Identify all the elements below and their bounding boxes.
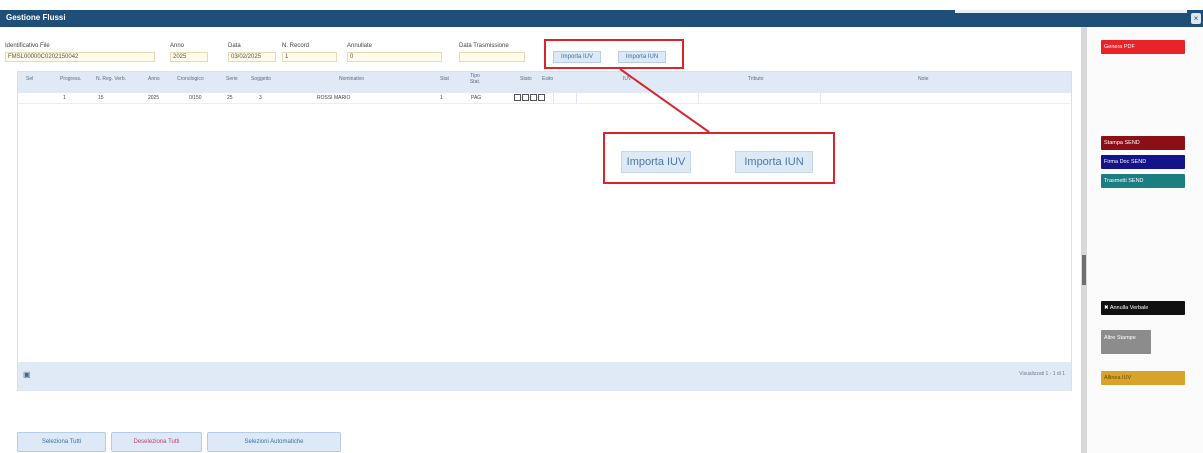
status-checkbox[interactable] — [530, 94, 537, 101]
anno-label: Anno — [170, 43, 185, 49]
column-separator — [698, 93, 699, 104]
data-field[interactable]: 03/02/2025 — [228, 52, 276, 62]
status-checkbox[interactable] — [538, 94, 545, 101]
col-header[interactable]: Stat — [440, 76, 449, 82]
altre-stampe-button[interactable]: Altre Stampe — [1101, 330, 1151, 354]
column-separator — [576, 93, 577, 104]
nrecord-label: N. Record — [282, 43, 310, 49]
status-checkbox[interactable] — [522, 94, 529, 101]
col-header[interactable]: Serie — [226, 76, 238, 82]
annullate-label: Annullate — [347, 43, 373, 49]
deselect-all-button[interactable]: Deseleziona Tutti — [111, 432, 202, 452]
stampa-send-button[interactable]: Stampa SEND — [1101, 136, 1185, 150]
col-header[interactable]: Nominativo — [339, 76, 364, 82]
actions-panel: Genera PDF Stampa SEND Firma Doc SEND Tr… — [1087, 27, 1203, 453]
col-header[interactable]: Tributo — [748, 76, 763, 82]
col-header[interactable]: Note — [918, 76, 929, 82]
cell-soggetto: 3 — [259, 95, 262, 101]
records-grid: Sel Progress. N. Reg. Verb. Anno Cronolo… — [17, 71, 1072, 391]
grid-header: Sel Progress. N. Reg. Verb. Anno Cronolo… — [18, 72, 1071, 93]
cell-anno: 2025 — [148, 95, 160, 101]
zoom-callout: Importa IUV Importa IUN — [603, 132, 835, 184]
cell-n-reg-verb: 15 — [98, 95, 104, 101]
status-checkbox[interactable] — [514, 94, 521, 101]
window-title: Gestione Flussi — [6, 13, 66, 22]
data-label: Data — [228, 43, 241, 49]
column-separator — [553, 93, 554, 104]
data-trasmissione-field[interactable] — [459, 52, 525, 62]
grid-pager: ▣ Visualizzati 1 - 1 di 1 — [18, 362, 1071, 391]
col-header[interactable]: Tipo Stat. — [466, 73, 484, 85]
col-header[interactable]: Anno — [148, 76, 160, 82]
title-bar: Gestione Flussi × — [0, 10, 1203, 27]
cell-stat: 1 — [440, 95, 443, 101]
col-header[interactable]: IUV — [623, 76, 631, 82]
cell-progressivo: 1 — [63, 95, 66, 101]
trasmetti-send-button[interactable]: Trasmetti SEND — [1101, 174, 1185, 188]
cell-serie: 25 — [227, 95, 233, 101]
zoom-importa-iuv: Importa IUV — [621, 151, 691, 173]
col-header[interactable]: Progress. — [60, 76, 81, 82]
title-bar-strip — [955, 10, 1187, 13]
table-row[interactable]: 1 15 2025 0/150 25 3 ROSSI MARIO 1 PAG — [18, 93, 1071, 104]
page-icon[interactable]: ▣ — [23, 371, 31, 379]
highlight-box — [544, 39, 684, 69]
col-header[interactable]: Soggetto — [251, 76, 271, 82]
col-header[interactable]: N. Reg. Verb. — [96, 76, 126, 82]
nrecord-field[interactable]: 1 — [282, 52, 337, 62]
col-header[interactable]: Esito — [542, 76, 553, 82]
genera-pdf-button[interactable]: Genera PDF — [1101, 40, 1185, 54]
col-header[interactable]: Stato — [520, 76, 532, 82]
firma-doc-send-button[interactable]: Firma Doc SEND — [1101, 155, 1185, 169]
annulla-verbale-button[interactable]: ✖ Annulla Verbale — [1101, 301, 1185, 315]
zoom-importa-iun: Importa IUN — [735, 151, 813, 173]
select-automatic-button[interactable]: Selezioni Automatiche — [207, 432, 341, 452]
data-trasmissione-label: Data Trasmissione — [459, 43, 509, 49]
main-panel: Identificativo File FMSL00000C0202150042… — [0, 27, 1083, 453]
cell-cronologico: 0/150 — [189, 95, 202, 101]
select-all-button[interactable]: Seleziona Tutti — [17, 432, 106, 452]
column-separator — [820, 93, 821, 104]
cell-tipo-stat: PAG — [471, 95, 482, 101]
id-file-label: Identificativo File — [5, 43, 50, 49]
col-header[interactable]: Cronologico — [177, 76, 204, 82]
pager-info: Visualizzati 1 - 1 di 1 — [1019, 371, 1065, 377]
close-icon[interactable]: × — [1191, 13, 1201, 24]
col-header[interactable]: Sel — [26, 76, 33, 82]
annullate-field[interactable]: 0 — [347, 52, 442, 62]
anno-field[interactable]: 2025 — [170, 52, 208, 62]
id-file-field[interactable]: FMSL00000C0202150042 — [5, 52, 155, 62]
allinea-iuv-button[interactable]: Allinea IUV — [1101, 371, 1185, 385]
cell-nominativo: ROSSI MARIO — [317, 95, 351, 101]
splitter-handle[interactable] — [1082, 255, 1086, 285]
